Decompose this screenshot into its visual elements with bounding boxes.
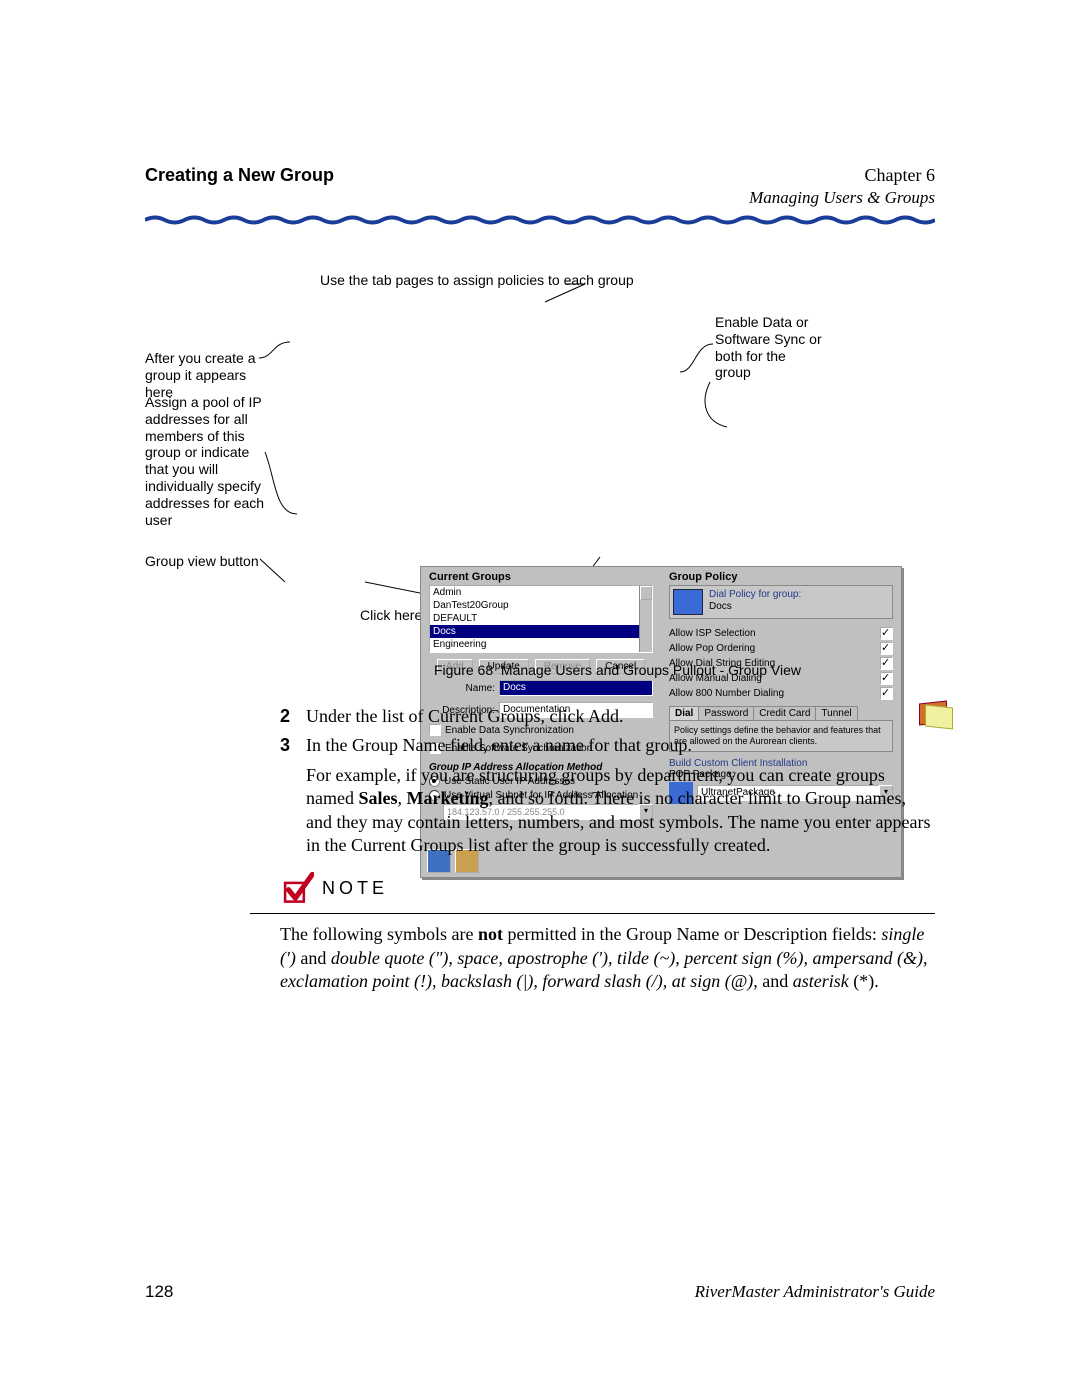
step-2: 2 Under the list of Current Groups, clic… bbox=[280, 705, 935, 728]
note-paragraph: The following symbols are not permitted … bbox=[280, 923, 935, 993]
note-divider bbox=[250, 913, 935, 914]
policy-header: Dial Policy for group: Docs bbox=[669, 585, 893, 619]
page-footer: 128 RiverMaster Administrator's Guide bbox=[145, 1282, 935, 1302]
name-label: Name: bbox=[429, 683, 495, 694]
policy-group-name: Docs bbox=[709, 601, 732, 612]
figure-caption: Figure 68 Manage Users and Groups Pullou… bbox=[300, 662, 935, 678]
chapter-label: Chapter 6 bbox=[749, 165, 935, 186]
figure-text: Manage Users and Groups Pullout - Group … bbox=[501, 662, 801, 678]
chapter-subtitle: Managing Users & Groups bbox=[749, 188, 935, 208]
list-item[interactable]: Engineering bbox=[430, 638, 652, 651]
figure-area: Use the tab pages to assign policies to … bbox=[145, 272, 935, 672]
policy-row: Allow Pop Ordering bbox=[669, 642, 893, 655]
callout-left-2: Assign a pool of IP addresses for all me… bbox=[145, 394, 275, 528]
body-text: 2 Under the list of Current Groups, clic… bbox=[280, 705, 935, 994]
policy-row-label: Allow ISP Selection bbox=[669, 628, 756, 639]
callout-right-1: Enable Data or Software Sync or both for… bbox=[715, 314, 825, 381]
note-header: NOTE bbox=[280, 871, 935, 905]
current-groups-title: Current Groups bbox=[429, 571, 653, 583]
header-wave-divider bbox=[145, 215, 935, 225]
note-label: NOTE bbox=[322, 877, 388, 900]
step-3: 3 In the Group Name field, enter a name … bbox=[280, 734, 935, 757]
page: Creating a New Group Chapter 6 Managing … bbox=[0, 0, 1080, 1397]
groups-listbox[interactable]: Admin DanTest20Group DEFAULT Docs Engine… bbox=[429, 585, 653, 653]
step-text: Under the list of Current Groups, click … bbox=[306, 705, 623, 728]
step-number: 2 bbox=[280, 705, 306, 728]
header-right: Chapter 6 Managing Users & Groups bbox=[749, 165, 935, 208]
step-number: 3 bbox=[280, 734, 306, 757]
policy-checkbox[interactable] bbox=[880, 687, 893, 700]
group-policy-title: Group Policy bbox=[669, 571, 893, 583]
step-text: In the Group Name field, enter a name fo… bbox=[306, 734, 692, 757]
page-number: 128 bbox=[145, 1282, 173, 1302]
callout-top: Use the tab pages to assign policies to … bbox=[320, 272, 634, 289]
policy-row: Allow 800 Number Dialing bbox=[669, 687, 893, 700]
figure-label: Figure 68 bbox=[434, 662, 493, 678]
policy-icon bbox=[673, 589, 703, 615]
callout-left-3: Group view button bbox=[145, 553, 275, 570]
policy-checkbox[interactable] bbox=[880, 627, 893, 640]
policy-row: Allow ISP Selection bbox=[669, 627, 893, 640]
callout-left-1: After you create a group it appears here bbox=[145, 350, 275, 400]
list-item[interactable]: DEFAULT bbox=[430, 612, 652, 625]
checkmark-icon bbox=[280, 871, 314, 905]
name-field[interactable]: Docs bbox=[499, 680, 653, 696]
list-item[interactable]: DanTest20Group bbox=[430, 599, 652, 612]
section-title: Creating a New Group bbox=[145, 165, 334, 208]
document-title: RiverMaster Administrator's Guide bbox=[695, 1282, 935, 1302]
example-paragraph: For example, if you are structuring grou… bbox=[306, 764, 935, 858]
policy-row-label: Allow 800 Number Dialing bbox=[669, 688, 784, 699]
listbox-scrollbar[interactable] bbox=[639, 586, 652, 652]
policy-checkbox[interactable] bbox=[880, 642, 893, 655]
list-item[interactable]: Docs bbox=[430, 625, 652, 638]
note-block: NOTE The following symbols are not permi… bbox=[280, 871, 935, 993]
list-item[interactable]: Admin bbox=[430, 586, 652, 599]
policy-row-label: Allow Pop Ordering bbox=[669, 643, 755, 654]
policy-for-label: Dial Policy for group: bbox=[709, 589, 801, 600]
page-header: Creating a New Group Chapter 6 Managing … bbox=[145, 165, 935, 208]
